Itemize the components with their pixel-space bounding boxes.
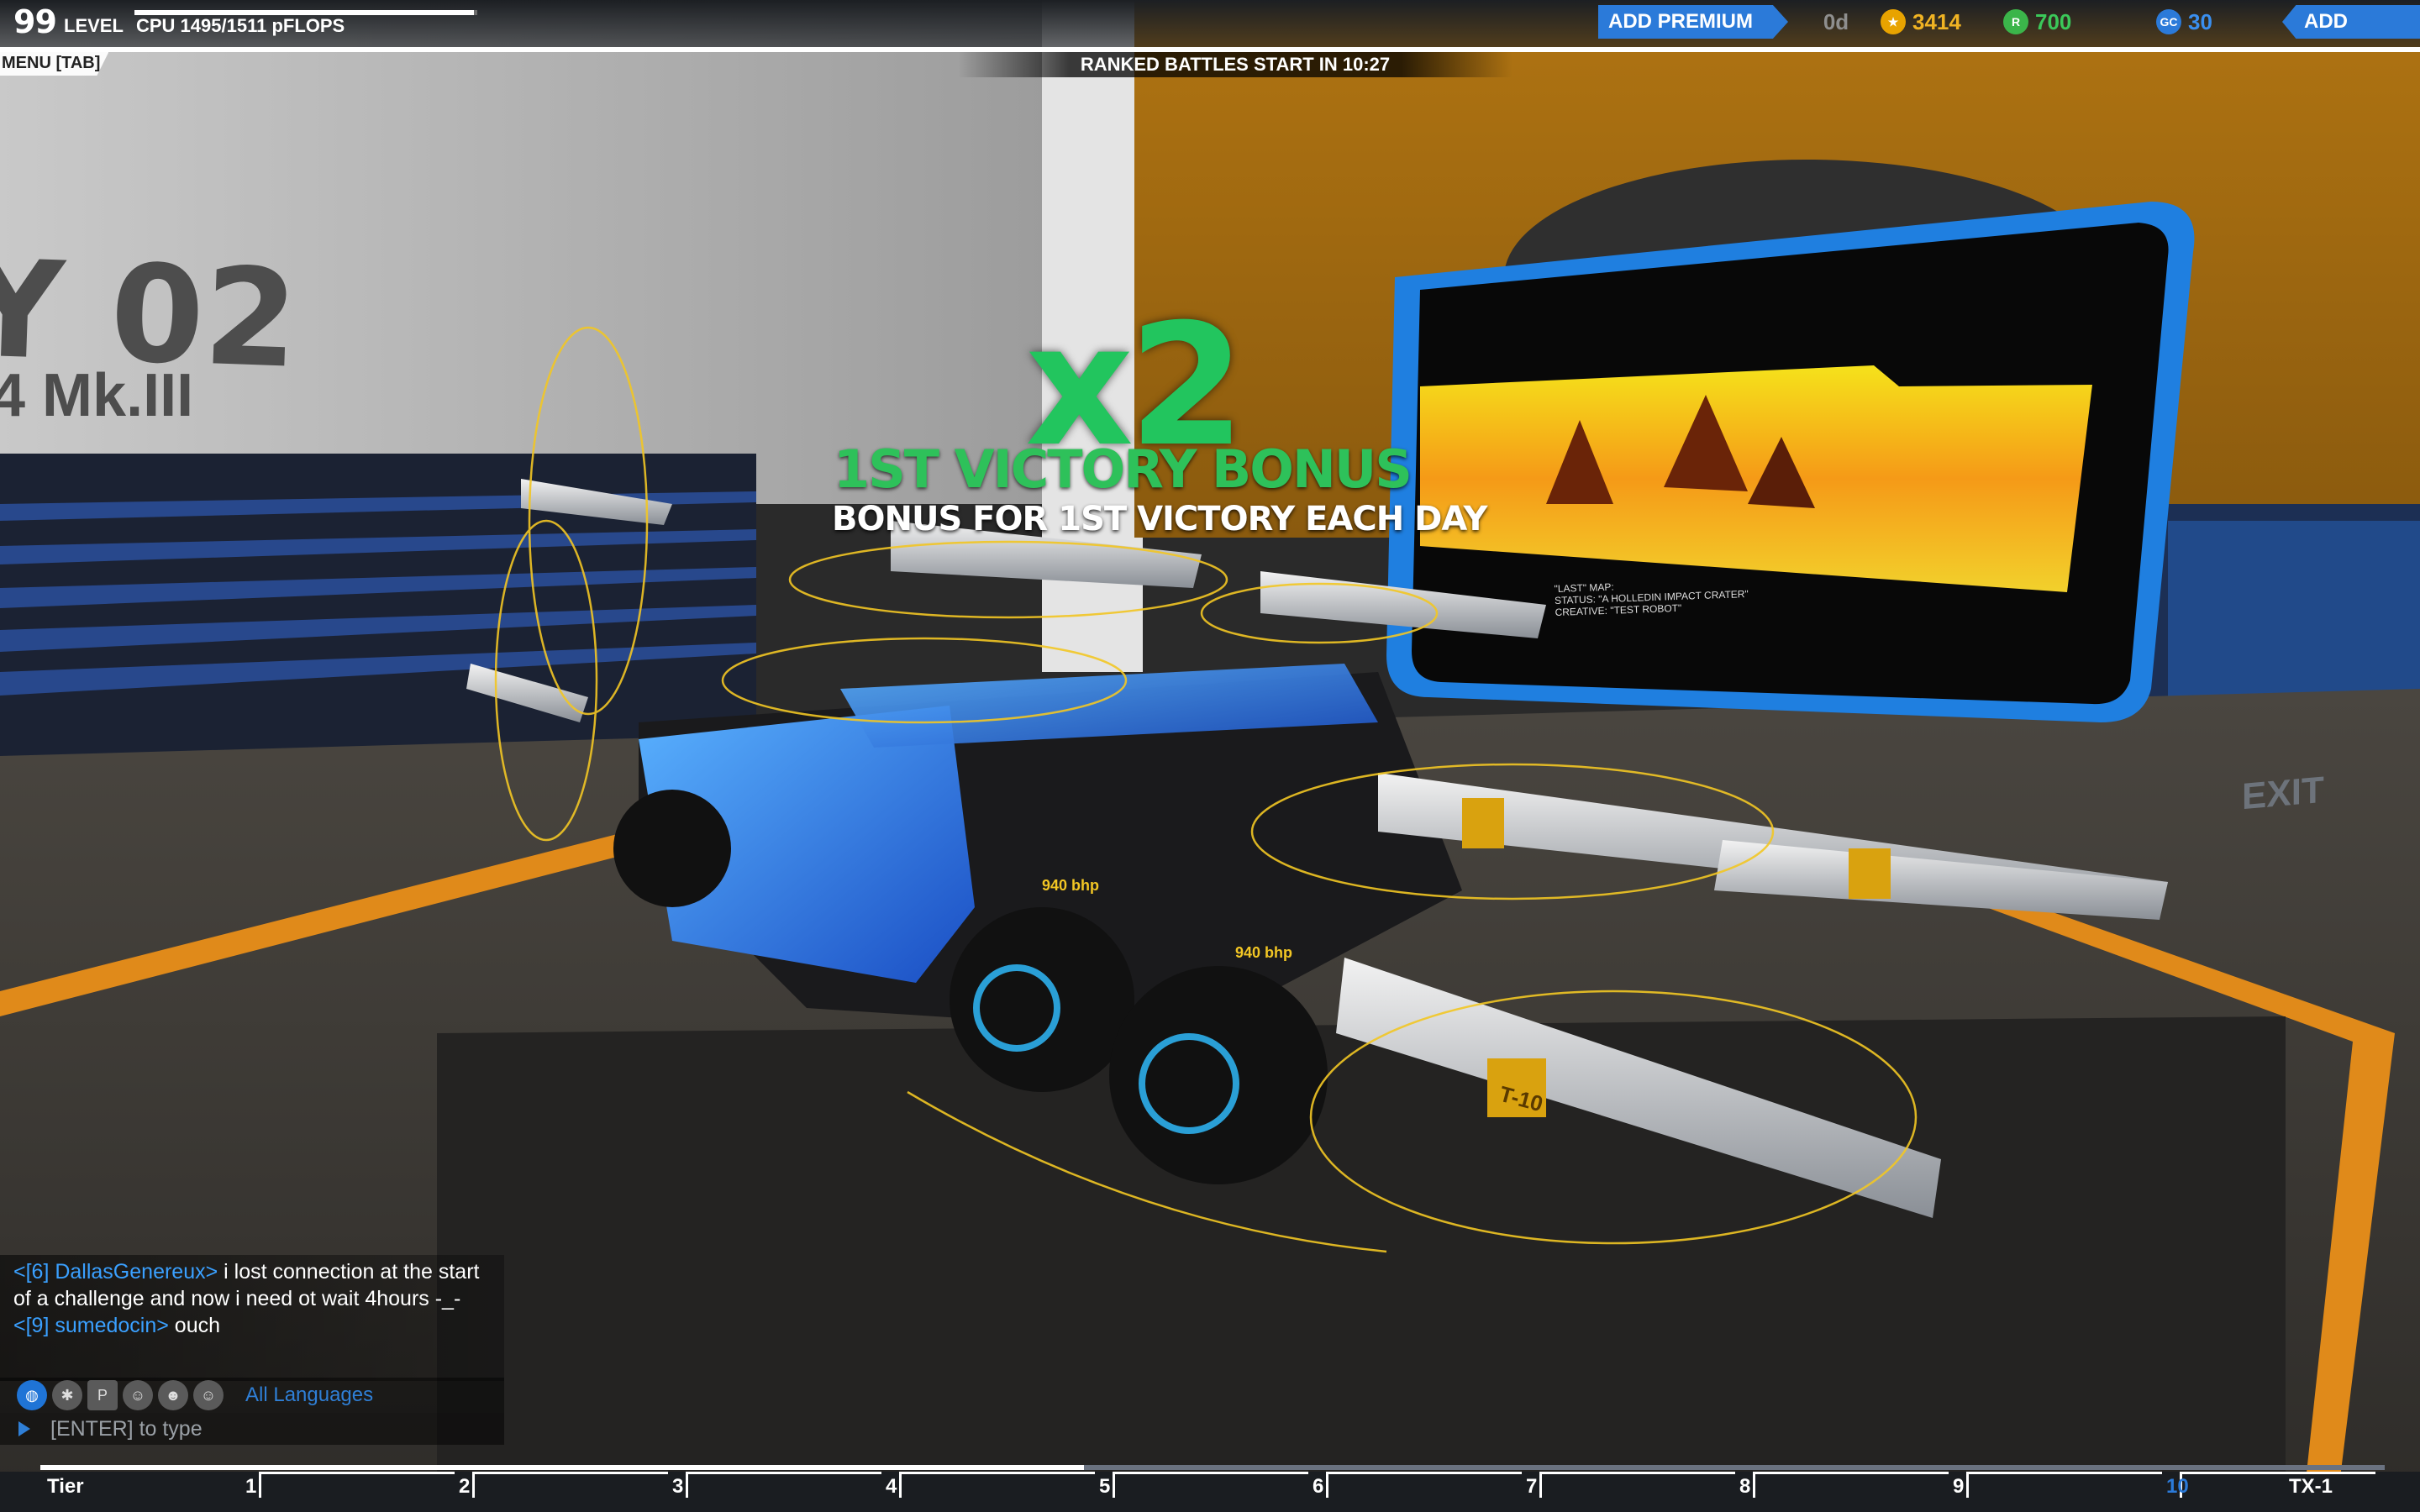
tier-label: 2 (459, 1475, 471, 1498)
galaxy-coins-value: 30 (2188, 9, 2212, 34)
garage-bay-sub-sign: 4 Mk.III (0, 362, 194, 429)
tier-progress-track (40, 1465, 2385, 1470)
chat-sender[interactable]: <[9] sumedocin> (13, 1314, 169, 1337)
wheel-power-label: 940 bhp (1235, 944, 1292, 961)
whisper-icon[interactable]: ☺ (193, 1380, 224, 1410)
chat-input-placeholder: [ENTER] to type (50, 1417, 203, 1441)
add-funds-button[interactable]: ADD FUNDS (2282, 5, 2420, 39)
chat-send-arrow-icon (18, 1421, 30, 1436)
robits-icon: R (2003, 9, 2028, 34)
chat-text: ouch (168, 1314, 221, 1337)
tier-tick (1539, 1472, 1735, 1498)
tier-tick (259, 1472, 455, 1498)
ranked-countdown: RANKED BATTLES START IN 10:27 (958, 52, 1512, 77)
tier-tick (899, 1472, 1095, 1498)
chat-message: <[9] sumedocin> ouch (13, 1312, 491, 1339)
chat-message: <[6] DallasGenereux> i lost connection a… (13, 1258, 491, 1312)
cpu-usage-text: CPU 1495/1511 pFLOPS (136, 15, 345, 36)
tier-label: 8 (1739, 1475, 1751, 1498)
tier-start-label: Tier (47, 1475, 84, 1498)
first-victory-bonus-title: 1ST VICTORY BONUS (834, 438, 1413, 500)
map-info-screen-text: "LAST" MAP: STATUS: "A HOLLEDIN IMPACT C… (1554, 576, 1749, 618)
party-icon[interactable]: P (87, 1380, 118, 1410)
tier-label: 5 (1099, 1475, 1111, 1498)
menu-tab-button[interactable]: MENU [TAB] (0, 52, 108, 76)
chat-channel-bar: ◍ ✱ P ☺ ☻ ☺ All Languages (0, 1378, 504, 1413)
player-level-label: LEVEL (64, 15, 124, 36)
tier-label: 1 (245, 1475, 257, 1498)
friend-icon[interactable]: ☺ (123, 1380, 153, 1410)
tier-label: 10 (2166, 1475, 2189, 1498)
robits-value: 700 (2035, 9, 2072, 34)
tier-tick (1966, 1472, 2162, 1498)
tier-label: 9 (1953, 1475, 1965, 1498)
tier-tick (472, 1472, 668, 1498)
first-victory-bonus-subtitle: BONUS FOR 1ST VICTORY EACH DAY (832, 500, 1487, 538)
add-premium-button[interactable]: ADD PREMIUM (1598, 5, 1788, 39)
exit-sign: EXIT (2242, 769, 2324, 818)
tier-tick (1326, 1472, 1522, 1498)
clan-icon[interactable]: ☻ (158, 1380, 188, 1410)
tier-label: 6 (1313, 1475, 1324, 1498)
galaxy-coins-icon: GC (2156, 9, 2181, 34)
tier-label: 7 (1526, 1475, 1538, 1498)
robits-display[interactable]: R 700 (2003, 5, 2071, 39)
chat-sender[interactable]: <[6] DallasGenereux> (13, 1260, 218, 1284)
tier-tick (1753, 1472, 1949, 1498)
globe-icon[interactable]: ◍ (17, 1380, 47, 1410)
chat-input[interactable]: [ENTER] to type (0, 1413, 504, 1445)
premium-days-remaining: 0d (1823, 9, 1849, 34)
accessibility-icon[interactable]: ✱ (52, 1380, 82, 1410)
tech-points-icon: ★ (1881, 9, 1906, 34)
tier-progress-fill (40, 1465, 1084, 1470)
galaxy-coins-display[interactable]: GC 30 (2156, 5, 2212, 39)
tier-tick (2180, 1472, 2375, 1498)
tech-points-value: 3414 (1912, 9, 1961, 34)
tier-label: 4 (886, 1475, 897, 1498)
wheel-power-label: 940 bhp (1042, 877, 1099, 894)
tech-points-display[interactable]: ★ 3414 (1881, 5, 1961, 39)
tier-label: 3 (672, 1475, 684, 1498)
tier-label: TX-1 (2289, 1475, 2333, 1498)
player-level-number: 99 (13, 3, 57, 40)
chat-language-filter[interactable]: All Languages (245, 1383, 373, 1407)
tier-tick (1113, 1472, 1308, 1498)
chat-log[interactable]: <[6] DallasGenereux> i lost connection a… (0, 1255, 504, 1381)
tier-tick (686, 1472, 881, 1498)
